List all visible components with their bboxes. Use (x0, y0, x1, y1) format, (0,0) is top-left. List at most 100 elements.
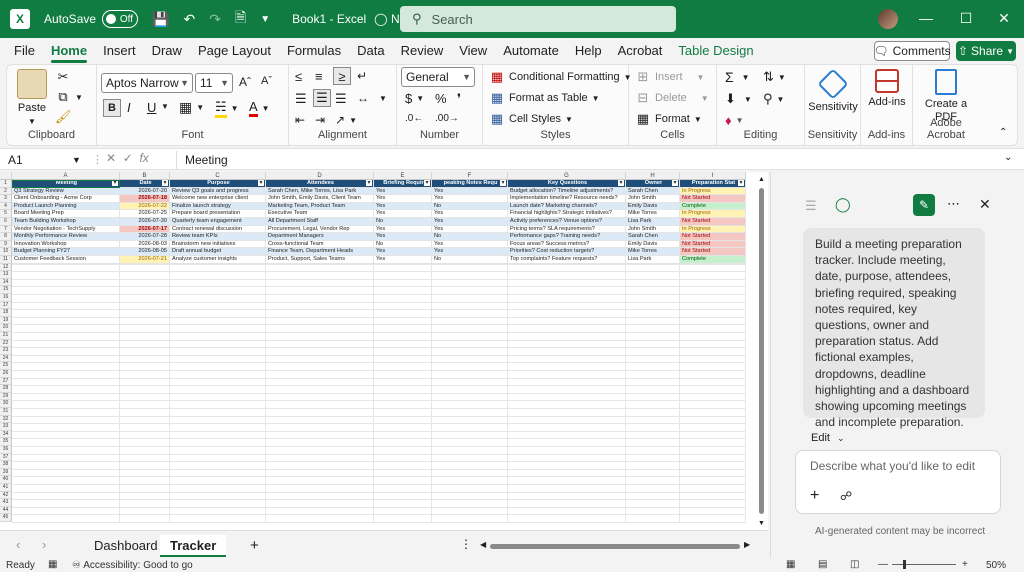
status-cell[interactable]: In Progress (680, 187, 746, 196)
table-cell[interactable]: Yes (374, 225, 432, 234)
table-cell[interactable]: 2026-07-18 (120, 195, 170, 203)
undo-icon[interactable]: ↶ (183, 11, 195, 28)
decrease-decimal-icon[interactable]: .00→ (435, 113, 459, 124)
user-avatar[interactable] (878, 9, 898, 29)
table-cell[interactable]: Welcome new enterprise client (170, 195, 266, 203)
table-header-cell[interactable]: Preparation Stat ▾ (680, 180, 746, 188)
table-cell[interactable]: Priorities? Cost reduction targets? (508, 248, 626, 256)
zoom-slider-thumb[interactable] (903, 560, 906, 569)
select-all-corner[interactable] (0, 172, 12, 180)
row-header[interactable]: 20 (0, 324, 12, 332)
prev-sheet-icon[interactable]: ‹ (16, 537, 20, 552)
merge-center-icon[interactable]: ↔ ▼ (357, 91, 387, 105)
italic-button[interactable]: I (127, 100, 131, 115)
table-cell[interactable]: 2026-07-30 (120, 218, 170, 226)
align-left-icon[interactable]: ☰ (295, 91, 307, 107)
table-cell[interactable]: Prepare board presentation (170, 210, 266, 218)
filter-dropdown-icon[interactable]: ▾ (112, 180, 118, 186)
find-select-icon[interactable]: ⚲ ▼ (763, 91, 784, 107)
table-header-cell[interactable]: Briefing Requir ▾ (374, 180, 432, 188)
table-cell[interactable]: Yes (374, 187, 432, 196)
status-cell[interactable]: Complete (680, 256, 746, 264)
table-cell[interactable]: No (374, 240, 432, 249)
share-button[interactable]: ⇧ Share ▼ (956, 41, 1016, 61)
filter-dropdown-icon[interactable]: ▾ (738, 180, 744, 186)
row-header[interactable]: 4 (0, 202, 12, 211)
table-cell[interactable]: Lisa Park (626, 218, 680, 226)
filter-dropdown-icon[interactable]: ▾ (366, 180, 372, 186)
status-cell[interactable]: Not Started (680, 233, 746, 241)
table-cell[interactable]: Sarah Chen, Mike Torres, Lisa Park (266, 187, 374, 196)
table-cell[interactable]: Review Q3 goals and progress (170, 187, 266, 196)
autosum-icon[interactable]: Σ ▼ (725, 69, 750, 85)
table-cell[interactable]: Board Meeting Prep (12, 210, 120, 218)
table-cell[interactable]: 2026-07-20 (120, 187, 170, 196)
table-cell[interactable]: Top complaints? Feature requests? (508, 256, 626, 264)
table-cell[interactable]: Yes (432, 248, 508, 256)
table-cell[interactable]: Contract renewal discussion (170, 225, 266, 234)
table-cell[interactable]: Executive Team (266, 210, 374, 218)
table-header-cell[interactable]: Key Questions ▾ (508, 180, 626, 188)
table-cell[interactable]: 2026-08-03 (120, 240, 170, 249)
table-cell[interactable]: Procurement, Legal, Vendor Rep (266, 225, 374, 234)
link-icon[interactable]: ☍ (840, 489, 852, 503)
column-header-a[interactable]: A (12, 172, 120, 180)
table-cell[interactable]: Budget Planning FY27 (12, 248, 120, 256)
cut-icon[interactable]: ✂ (55, 69, 71, 85)
row-header[interactable]: 6 (0, 218, 12, 226)
table-cell[interactable]: Cross-functional Team (266, 240, 374, 249)
row-header[interactable]: 3 (0, 195, 12, 203)
font-size-select[interactable]: 11 ▼ (195, 73, 233, 93)
accessibility-status[interactable]: ♾ Accessibility: Good to go (72, 560, 193, 571)
table-cell[interactable]: Yes (432, 187, 508, 196)
filter-dropdown-icon[interactable]: ▾ (500, 180, 506, 186)
table-cell[interactable]: John Smith, Emily Davis, Client Team (266, 195, 374, 203)
add-attachment-icon[interactable]: + (810, 487, 819, 505)
table-cell[interactable]: Finance Team, Department Heads (266, 248, 374, 256)
table-cell[interactable]: Marketing Team, Product Team (266, 202, 374, 211)
tab-automate[interactable]: Automate (495, 38, 567, 64)
new-file-icon[interactable]: 🗎 (235, 7, 246, 31)
customize-toolbar-icon[interactable]: ▼ (260, 14, 270, 25)
row-header[interactable]: 42 (0, 491, 12, 500)
currency-icon[interactable]: $ ▼ (405, 91, 424, 106)
table-cell[interactable]: Team Building Workshop (12, 218, 120, 226)
table-cell[interactable]: No (374, 218, 432, 226)
row-header[interactable]: 41 (0, 484, 12, 492)
format-painter-icon[interactable]: 🖌 (55, 109, 72, 125)
fill-color-icon[interactable]: ☵ ▼ (215, 99, 239, 118)
zoom-slider[interactable] (892, 564, 956, 565)
column-header-i[interactable]: I (680, 172, 746, 180)
mode-selector[interactable]: Edit ⌄ (811, 432, 845, 444)
table-cell[interactable]: Budget allocation? Timeline adjustments? (508, 187, 626, 196)
table-cell[interactable]: Sarah Chen (626, 233, 680, 241)
row-header[interactable]: 5 (0, 210, 12, 218)
filter-dropdown-icon[interactable]: ▾ (672, 180, 678, 186)
row-header[interactable]: 13 (0, 271, 12, 279)
tab-formulas[interactable]: Formulas (279, 38, 349, 64)
column-header-f[interactable]: F (432, 172, 508, 180)
table-cell[interactable]: No (432, 256, 508, 264)
table-header-cell[interactable]: Attendees ▾ (266, 180, 374, 188)
new-chat-icon[interactable]: ✎ (913, 194, 935, 216)
column-header-h[interactable]: H (626, 172, 680, 180)
table-cell[interactable]: Monthly Performance Review (12, 233, 120, 241)
percent-icon[interactable]: % (435, 91, 447, 106)
row-header[interactable]: 44 (0, 506, 12, 515)
filter-dropdown-icon[interactable]: ▾ (424, 180, 430, 186)
font-color-icon[interactable]: A ▼ (249, 99, 270, 117)
table-cell[interactable]: Draft annual budget (170, 248, 266, 256)
increase-font-icon[interactable]: Aˆ (239, 75, 251, 89)
tab-home[interactable]: Home (43, 38, 95, 64)
row-header[interactable]: 38 (0, 461, 12, 469)
row-header[interactable]: 45 (0, 514, 12, 522)
row-header[interactable]: 1 (0, 180, 12, 188)
table-cell[interactable]: No (432, 202, 508, 211)
row-header[interactable]: 12 (0, 263, 12, 272)
collapse-ribbon-icon[interactable]: ⌃ (999, 127, 1007, 138)
row-header[interactable]: 28 (0, 385, 12, 393)
status-cell[interactable]: Not Started (680, 218, 746, 226)
more-options-icon[interactable]: ⋮ (92, 153, 103, 166)
row-header[interactable]: 30 (0, 400, 12, 408)
addins-button[interactable]: Add-ins (865, 69, 909, 109)
